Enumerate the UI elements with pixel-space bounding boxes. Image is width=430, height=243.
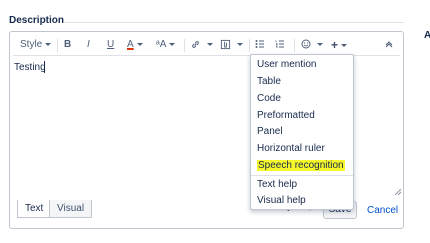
text-size-icon: ᵃA (156, 39, 167, 50)
numbered-list-icon (275, 39, 285, 50)
toolbar-divider (294, 39, 295, 52)
toolbar-divider (184, 39, 185, 52)
menu-item-panel[interactable]: Panel (257, 125, 283, 139)
editor-toolbar: Style B I U A ᵃA + (13, 34, 400, 56)
description-label: Description (9, 15, 65, 26)
plus-icon: + (331, 38, 339, 52)
underline-button[interactable]: U (107, 34, 114, 56)
text-color-icon: A (127, 39, 134, 50)
menu-item-speech-recognition[interactable]: Speech recognition (257, 159, 345, 173)
menu-item-preformatted[interactable]: Preformatted (257, 109, 315, 123)
attachment-icon (220, 39, 234, 50)
section-divider (64, 22, 404, 23)
tab-text[interactable]: Text (17, 200, 52, 218)
menu-divider (251, 175, 353, 176)
attachment-button[interactable] (220, 34, 243, 56)
link-button[interactable] (190, 34, 213, 56)
chevron-down-icon (136, 42, 143, 46)
bullet-list-icon (255, 39, 265, 50)
cancel-link[interactable]: Cancel (367, 205, 398, 216)
bullet-list-button[interactable] (255, 34, 265, 56)
chevron-down-icon (341, 44, 348, 48)
text-size-button[interactable]: ᵃA (156, 34, 176, 56)
insert-more-menu: User mention Table Code Preformatted Pan… (250, 54, 354, 210)
chevron-down-icon (169, 42, 176, 46)
tab-visual[interactable]: Visual (49, 200, 93, 218)
style-dropdown[interactable]: Style (20, 34, 52, 56)
text-cursor (44, 61, 45, 73)
chevron-down-icon (316, 42, 323, 46)
menu-item-visual-help[interactable]: Visual help (257, 194, 306, 208)
menu-item-code[interactable]: Code (257, 92, 281, 106)
style-label: Style (20, 39, 43, 50)
menu-item-text-help[interactable]: Text help (257, 178, 297, 192)
chevron-down-icon (236, 42, 243, 46)
resize-handle[interactable] (395, 189, 401, 195)
text-color-button[interactable]: A (127, 34, 143, 56)
menu-item-table[interactable]: Table (257, 75, 281, 89)
toolbar-divider (57, 39, 58, 52)
menu-item-horizontal-ruler[interactable]: Horizontal ruler (257, 142, 325, 156)
italic-button[interactable]: I (87, 34, 90, 56)
emoji-icon (301, 39, 314, 50)
insert-more-button[interactable]: + (331, 34, 348, 56)
menu-item-user-mention[interactable]: User mention (257, 58, 316, 72)
chevron-down-icon (45, 42, 52, 46)
link-icon (190, 39, 204, 50)
toolbar-divider (249, 39, 250, 52)
bold-button[interactable]: B (64, 34, 71, 56)
side-label: A (424, 30, 430, 41)
emoji-button[interactable] (301, 34, 323, 56)
numbered-list-button[interactable] (275, 34, 285, 56)
chevron-up-icon (385, 39, 393, 50)
speech-recognition-label: Speech recognition (257, 160, 345, 171)
editor-content: Testing (14, 62, 46, 73)
chevron-down-icon (206, 42, 213, 46)
collapse-toolbar-button[interactable] (385, 34, 393, 56)
